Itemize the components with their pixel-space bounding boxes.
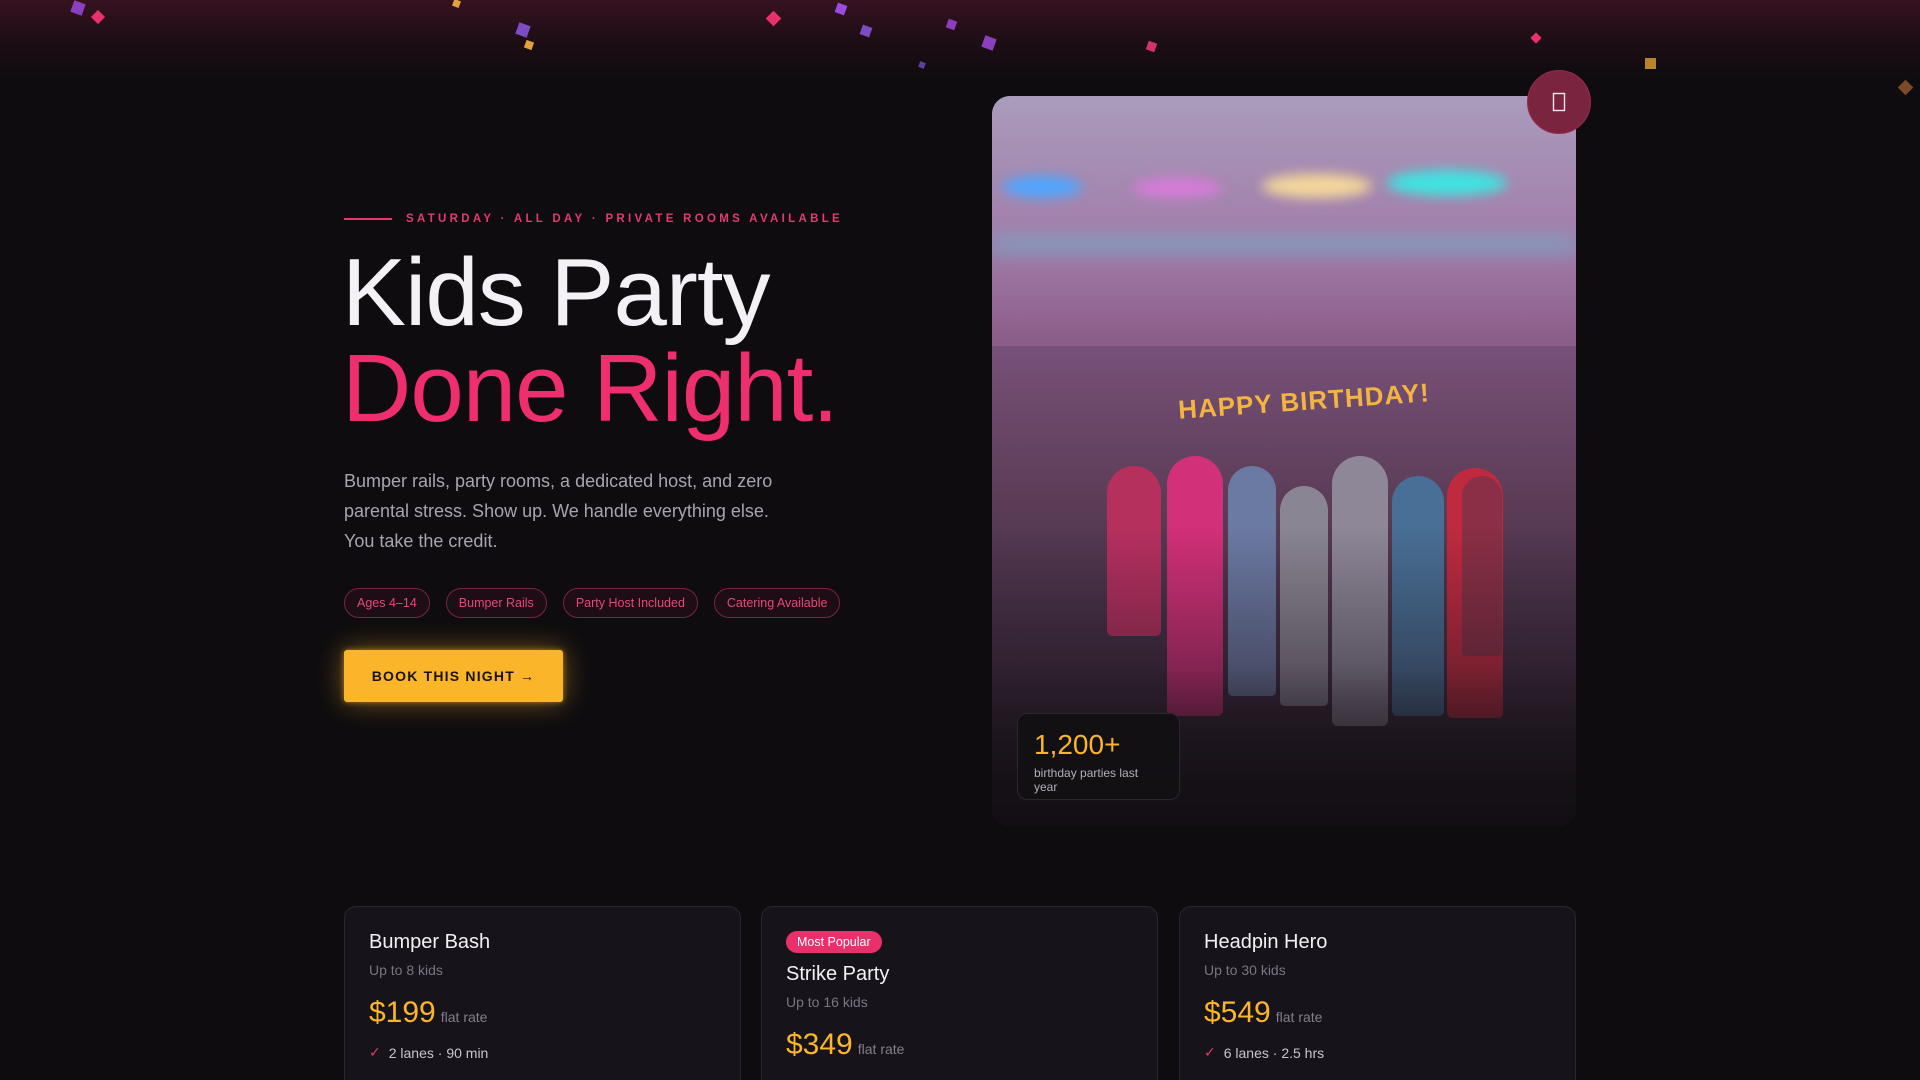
confetti-piece [981, 35, 997, 51]
eyebrow: SATURDAY · ALL DAY · PRIVATE ROOMS AVAIL… [344, 213, 843, 225]
package-price: $349 [786, 1028, 853, 1061]
ceiling-light [1132, 178, 1222, 198]
eyebrow-divider [344, 218, 392, 220]
package-price-row: $549 flat rate [1204, 996, 1551, 1030]
confetti-piece [1897, 79, 1914, 96]
headline-line-1: Kids Party [342, 239, 770, 346]
package-capacity: Up to 8 kids [369, 962, 443, 978]
hero-description: Bumper rails, party rooms, a dedicated h… [344, 471, 773, 551]
page-title: Kids Party Done Right. [342, 239, 839, 442]
package-price-note: flat rate [1275, 1009, 1323, 1025]
confetti-piece [765, 10, 782, 27]
birthday-banner: HAPPY BIRTHDAY! [1177, 377, 1431, 425]
package-feature: ✓ 2 lanes · 90 min [369, 1044, 716, 1061]
ceiling-light [992, 238, 1576, 252]
check-icon: ✓ [1204, 1044, 1216, 1060]
package-price-row: $349 flat rate [786, 1028, 1133, 1062]
stat-label: birthday parties last year [1034, 766, 1139, 794]
most-popular-badge: Most Popular [786, 931, 882, 953]
headline-line-2: Done Right. [342, 335, 839, 442]
package-title: Strike Party [786, 963, 890, 985]
package-price: $199 [369, 996, 436, 1029]
package-card-headpin-hero[interactable]: Headpin Hero Up to 30 kids $549 flat rat… [1179, 906, 1576, 1080]
confetti-band [0, 0, 1920, 96]
photo-ceiling [992, 96, 1576, 346]
tag-catering: Catering Available [713, 588, 841, 618]
confetti-piece [834, 2, 848, 16]
ceiling-light [1262, 174, 1372, 198]
confetti-piece [70, 0, 86, 16]
feature-tags: Ages 4–14 Bumper Rails Party Host Includ… [344, 588, 841, 618]
confetti-piece [918, 61, 926, 69]
package-price-row: $199 flat rate [369, 996, 716, 1030]
confetti-piece [1530, 32, 1542, 44]
stat-value: 1,200+ [1034, 729, 1121, 760]
bookmark-button[interactable] [1527, 70, 1591, 134]
book-night-button[interactable]: BOOK THIS NIGHT → [344, 650, 563, 702]
stat-card: 1,200+ birthday parties last year [1017, 713, 1180, 800]
ceiling-light [1002, 176, 1082, 198]
package-feature: ✓ 6 lanes · 2.5 hrs [1204, 1044, 1551, 1061]
check-icon: ✓ [369, 1044, 381, 1060]
confetti-piece [859, 24, 873, 38]
page: SATURDAY · ALL DAY · PRIVATE ROOMS AVAIL… [0, 0, 1920, 1080]
confetti-piece [523, 39, 535, 51]
confetti-piece [90, 9, 106, 25]
package-card-bumper-bash[interactable]: Bumper Bash Up to 8 kids $199 flat rate … [344, 906, 741, 1080]
package-title: Headpin Hero [1204, 931, 1328, 953]
ceiling-light [1387, 170, 1507, 196]
eyebrow-text: SATURDAY · ALL DAY · PRIVATE ROOMS AVAIL… [406, 213, 843, 225]
confetti-piece [1145, 40, 1158, 53]
package-title: Bumper Bash [369, 931, 491, 953]
package-capacity: Up to 30 kids [1204, 962, 1286, 978]
package-price: $549 [1204, 996, 1271, 1029]
tag-ages: Ages 4–14 [344, 588, 430, 618]
package-price-note: flat rate [440, 1009, 488, 1025]
confetti-piece [1645, 58, 1656, 69]
package-capacity: Up to 16 kids [786, 994, 868, 1010]
package-feature-text: 2 lanes · 90 min [388, 1044, 489, 1061]
package-feature-text: 6 lanes · 2.5 hrs [1223, 1044, 1325, 1061]
confetti-piece [515, 22, 531, 38]
confetti-piece [945, 18, 958, 31]
confetti-piece [452, 0, 461, 8]
tag-party-host: Party Host Included [562, 588, 698, 618]
bookmark-icon [1552, 92, 1566, 112]
tag-bumper-rails: Bumper Rails [445, 588, 547, 618]
package-card-strike-party[interactable]: Most Popular Strike Party Up to 16 kids … [761, 906, 1158, 1080]
package-price-note: flat rate [857, 1041, 905, 1057]
